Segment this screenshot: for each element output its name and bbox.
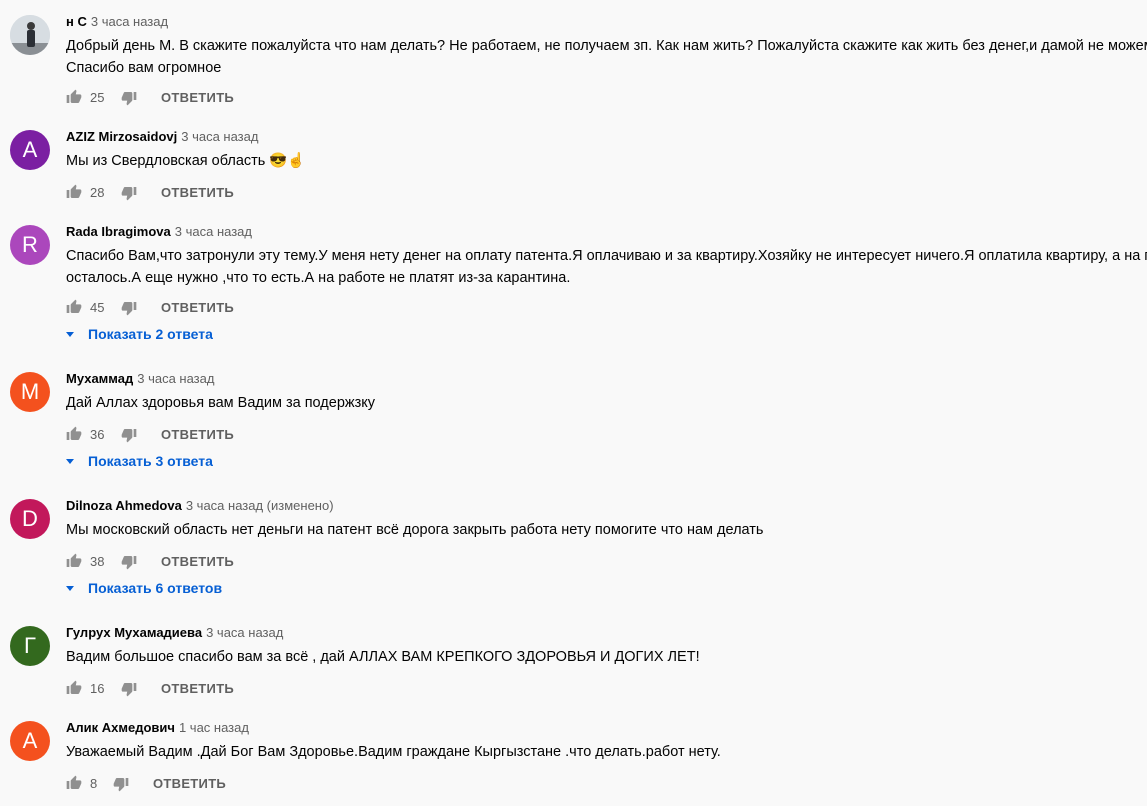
like-count: 36 bbox=[90, 427, 105, 442]
comment-header: н С 3 часа назад bbox=[66, 14, 168, 29]
thumb-down-icon[interactable] bbox=[121, 554, 137, 570]
reply-button[interactable]: ОТВЕТИТЬ bbox=[161, 554, 234, 569]
avatar[interactable] bbox=[10, 15, 50, 55]
timestamp[interactable]: 3 часа назад bbox=[206, 625, 283, 640]
thumb-down-icon[interactable] bbox=[121, 681, 137, 697]
comment-header: Гулрух Мухамадиева 3 часа назад bbox=[66, 625, 283, 640]
timestamp[interactable]: 3 часа назад bbox=[175, 224, 252, 239]
comment-header: Rada Ibragimova 3 часа назад bbox=[66, 224, 252, 239]
timestamp[interactable]: 3 часа назад (изменено) bbox=[186, 498, 334, 513]
like-count: 16 bbox=[90, 681, 105, 696]
author-name[interactable]: Алик Ахмедович bbox=[66, 720, 175, 735]
author-name[interactable]: Гулрух Мухамадиева bbox=[66, 625, 202, 640]
thumb-down-icon[interactable] bbox=[113, 776, 129, 792]
comment-line: Спасибо вам огромное bbox=[66, 59, 222, 76]
like-count: 38 bbox=[90, 554, 105, 569]
like-count: 8 bbox=[90, 776, 98, 791]
thumb-up-icon[interactable] bbox=[66, 184, 82, 200]
reply-button[interactable]: ОТВЕТИТЬ bbox=[161, 681, 234, 696]
comment-text: Мы московский область нет деньги на пате… bbox=[66, 520, 1147, 542]
reply-button[interactable]: ОТВЕТИТЬ bbox=[161, 90, 234, 105]
avatar[interactable]: D bbox=[10, 499, 50, 539]
author-name[interactable]: Rada Ibragimova bbox=[66, 224, 171, 239]
reply-button[interactable]: ОТВЕТИТЬ bbox=[161, 185, 234, 200]
show-replies-label: Показать 2 ответа bbox=[88, 326, 213, 342]
timestamp[interactable]: 3 часа назад bbox=[137, 371, 214, 386]
author-name[interactable]: AZIZ Mirzosaidovj bbox=[66, 129, 177, 144]
thumb-down-icon[interactable] bbox=[121, 300, 137, 316]
thumb-down-icon[interactable] bbox=[121, 427, 137, 443]
timestamp[interactable]: 1 час назад bbox=[179, 720, 249, 735]
reply-button[interactable]: ОТВЕТИТЬ bbox=[161, 427, 234, 442]
comment-text: Дай Аллах здоровья вам Вадим за подержзк… bbox=[66, 393, 1147, 415]
comment-line: Мы московский область нет деньги на пате… bbox=[66, 522, 764, 538]
thumb-down-icon[interactable] bbox=[121, 185, 137, 201]
thumb-up-icon[interactable] bbox=[66, 299, 82, 315]
thumb-up-icon[interactable] bbox=[66, 426, 82, 442]
caret-down-icon bbox=[66, 459, 74, 464]
avatar[interactable]: A bbox=[10, 721, 50, 761]
thumb-up-icon[interactable] bbox=[66, 775, 82, 791]
like-count: 28 bbox=[90, 185, 105, 200]
show-replies-label: Показать 6 ответов bbox=[88, 580, 223, 596]
like-count: 25 bbox=[90, 90, 105, 105]
show-replies-label: Показать 3 ответа bbox=[88, 453, 213, 469]
thumb-up-icon[interactable] bbox=[66, 680, 82, 696]
comment-header: AZIZ Mirzosaidovj 3 часа назад bbox=[66, 129, 258, 144]
avatar[interactable]: Г bbox=[10, 626, 50, 666]
comment-line: осталось.А еще нужно ,что то есть.А на р… bbox=[66, 269, 571, 286]
reply-button[interactable]: ОТВЕТИТЬ bbox=[153, 776, 226, 791]
avatar[interactable]: R bbox=[10, 225, 50, 265]
avatar[interactable]: M bbox=[10, 372, 50, 412]
caret-down-icon bbox=[66, 332, 74, 337]
comment-line: Добрый день М. В скажите пожалуйста что … bbox=[66, 38, 1147, 54]
author-name[interactable]: Dilnoza Ahmedova bbox=[66, 498, 182, 513]
comment-text: Вадим большое спасибо вам за всё , дай А… bbox=[66, 647, 1147, 669]
thumb-down-icon[interactable] bbox=[121, 90, 137, 106]
caret-down-icon bbox=[66, 586, 74, 591]
avatar[interactable]: A bbox=[10, 130, 50, 170]
comment-text: Уважаемый Вадим .Дай Бог Вам Здоровье.Ва… bbox=[66, 742, 1147, 764]
author-name[interactable]: н С bbox=[66, 14, 87, 29]
comment-line: Дай Аллах здоровья вам Вадим за подержзк… bbox=[66, 395, 375, 411]
comment-header: Мухаммад 3 часа назад bbox=[66, 371, 214, 386]
comment-line: Вадим большое спасибо вам за всё , дай А… bbox=[66, 649, 700, 665]
comment-line: Мы из Свердловская область 😎☝ bbox=[66, 153, 306, 169]
comment-header: Dilnoza Ahmedova 3 часа назад (изменено) bbox=[66, 498, 334, 513]
comment-text: Добрый день М. В скажите пожалуйста что … bbox=[66, 36, 1147, 79]
comment-line: Спасибо Вам,что затронули эту тему.У мен… bbox=[66, 248, 1147, 264]
thumb-up-icon[interactable] bbox=[66, 553, 82, 569]
comment-text: Мы из Свердловская область 😎☝ bbox=[66, 151, 1147, 173]
author-name[interactable]: Мухаммад bbox=[66, 371, 133, 386]
reply-button[interactable]: ОТВЕТИТЬ bbox=[161, 300, 234, 315]
like-count: 45 bbox=[90, 300, 105, 315]
comment-header: Алик Ахмедович 1 час назад bbox=[66, 720, 249, 735]
timestamp[interactable]: 3 часа назад bbox=[181, 129, 258, 144]
comment-line: Уважаемый Вадим .Дай Бог Вам Здоровье.Ва… bbox=[66, 744, 721, 760]
comment-text: Спасибо Вам,что затронули эту тему.У мен… bbox=[66, 246, 1147, 289]
thumb-up-icon[interactable] bbox=[66, 89, 82, 105]
timestamp[interactable]: 3 часа назад bbox=[91, 14, 168, 29]
